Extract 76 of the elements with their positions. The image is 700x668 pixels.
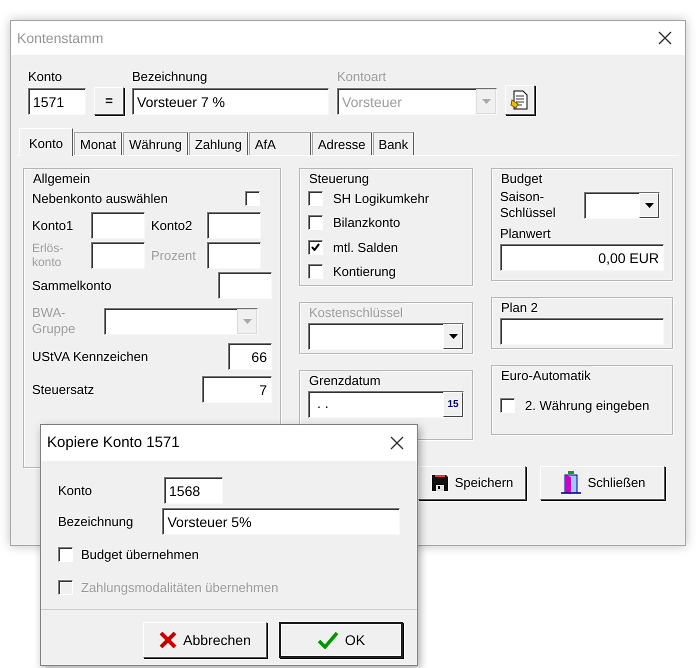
close-button[interactable]: Schließen: [540, 466, 665, 500]
account-1-field[interactable]: [91, 212, 145, 239]
checkbox[interactable]: [308, 264, 323, 280]
checkbox[interactable]: [58, 547, 73, 562]
date-field[interactable]: . . 15: [308, 390, 464, 418]
dropdown-arrow-icon: [644, 202, 654, 208]
description-field[interactable]: Vorsteuer 5%: [162, 508, 400, 535]
percent-field[interactable]: [207, 242, 261, 269]
checkbox-label: Kontierung: [333, 263, 396, 281]
collective-account-field[interactable]: [218, 272, 272, 299]
tab[interactable]: Zahlung: [188, 132, 248, 155]
plan-2-field[interactable]: [500, 318, 664, 344]
account-number-field[interactable]: 1571: [28, 88, 86, 114]
checkbox[interactable]: [308, 215, 323, 230]
tab[interactable]: Bank: [372, 132, 414, 155]
tab[interactable]: AfA: [248, 132, 311, 155]
window-title: Kontenstamm: [17, 28, 104, 48]
tab[interactable]: Währung: [123, 132, 188, 155]
checkbox[interactable]: [500, 398, 515, 413]
account-number-field[interactable]: 1568: [164, 477, 223, 504]
field-label: Kontoart: [337, 68, 388, 86]
equals-button[interactable]: =: [94, 86, 124, 114]
checkbox-label: Budget übernehmen: [81, 546, 199, 564]
revenue-account-field[interactable]: [91, 242, 145, 269]
season-key-dropdown[interactable]: [584, 192, 660, 219]
tab[interactable]: Monat: [74, 132, 122, 155]
document-button[interactable]: [505, 84, 535, 114]
dropdown-arrow-icon: [482, 98, 490, 104]
ok-button[interactable]: OK: [279, 622, 403, 658]
field-label: BWA-Gruppe: [32, 304, 76, 338]
dropdown-arrow-icon: [242, 318, 252, 324]
field-label: Erlös-konto: [32, 241, 64, 270]
check-icon: [316, 631, 339, 649]
plan-value-field[interactable]: 0,00 EUR: [500, 244, 664, 271]
field-label: Planwert: [500, 225, 552, 244]
checkbox[interactable]: [308, 240, 323, 255]
group-title: Steuerung: [308, 169, 370, 188]
description-field[interactable]: Vorsteuer 7 %: [132, 88, 329, 114]
field-label: Bezeichnung: [132, 68, 208, 86]
checkbox-label: Zahlungsmodalitäten übernehmen: [81, 578, 278, 597]
group-title: Budget: [500, 169, 544, 188]
check-mark-icon: [311, 243, 320, 252]
document-icon: [510, 90, 530, 110]
field-label: Nebenkonto auswählen: [32, 190, 168, 208]
vat-code-field[interactable]: 66: [228, 343, 272, 370]
group-title: Allgemein: [32, 169, 92, 188]
dialog-title: Kopiere Konto 1571: [47, 432, 180, 453]
checkbox-label: 2. Währung eingeben: [525, 396, 650, 415]
field-label: Steuersatz: [32, 381, 94, 400]
checkbox-label: mtl. Salden: [333, 238, 398, 256]
account-2-field[interactable]: [207, 212, 261, 239]
field-label: Konto: [28, 68, 63, 86]
date-value: . .: [316, 394, 330, 412]
save-button[interactable]: Speichern: [418, 466, 526, 500]
tax-rate-field[interactable]: 7: [202, 376, 272, 404]
field-label: Saison-Schlüssel: [500, 188, 557, 222]
field-label: Konto1: [32, 218, 74, 234]
door-icon: [560, 471, 582, 495]
calendar-button[interactable]: 15: [443, 392, 463, 416]
tab[interactable]: Konto: [19, 128, 73, 156]
field-label: UStVA Kennzeichen: [32, 348, 148, 366]
cost-key-dropdown[interactable]: [308, 322, 464, 350]
checkbox[interactable]: [245, 190, 260, 206]
field-label: Bezeichnung: [58, 512, 134, 531]
tab[interactable]: Adresse: [312, 132, 372, 155]
dropdown-arrow-icon: [448, 334, 458, 338]
field-label: Konto2: [151, 218, 194, 234]
bwa-group-dropdown[interactable]: [104, 308, 258, 335]
cross-icon: [159, 631, 178, 649]
checkbox-label: SH Logikumkehr: [333, 190, 430, 208]
checkbox-label: Bilanzkonto: [333, 214, 400, 232]
field-label: Prozent: [151, 248, 197, 264]
field-label: Sammelkonto: [32, 276, 112, 295]
cancel-button[interactable]: Abbrechen: [143, 622, 267, 658]
field-label: Konto: [58, 482, 93, 500]
checkbox[interactable]: [308, 190, 323, 206]
